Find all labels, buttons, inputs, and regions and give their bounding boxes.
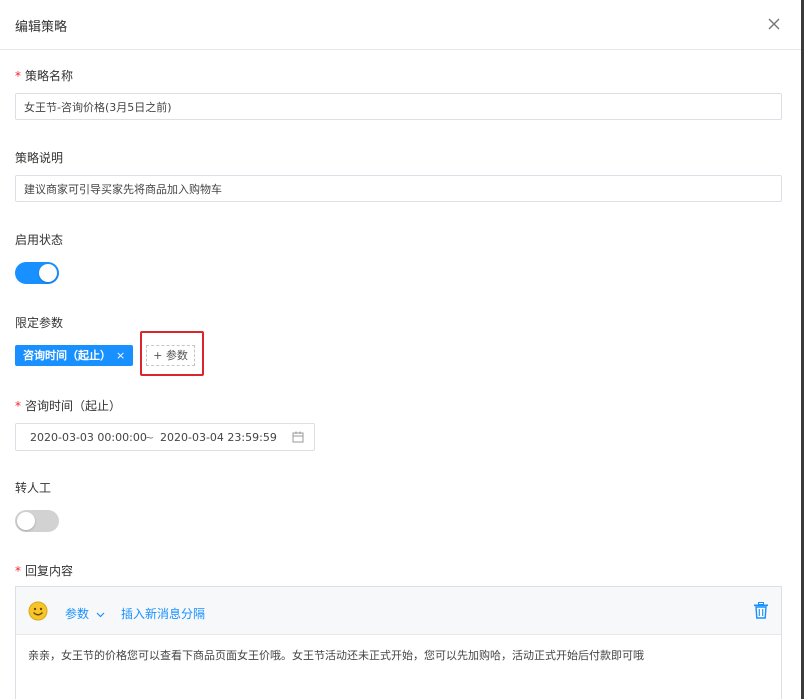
smiley-icon[interactable] <box>28 601 48 621</box>
chevron-down-icon <box>96 607 105 621</box>
consult-time-range-picker[interactable]: 2020-03-03 00:00:00 ~ 2020-03-04 23:59:5… <box>15 423 315 451</box>
reply-content-text[interactable]: 亲亲，女王节的价格您可以查看下商品页面女王价哦。女王节活动还未正式开始，您可以先… <box>28 647 644 663</box>
edit-strategy-dialog: 编辑策略 *策略名称 策略说明 启用状态 限定参数 咨询时间（起止） × + 参数… <box>0 0 801 699</box>
strategy-name-label: * 策略名称 <box>15 69 74 83</box>
strategy-description-input[interactable] <box>15 175 782 202</box>
insert-message-separator-button[interactable]: 插入新消息分隔 <box>121 605 205 622</box>
params-label: 限定参数 <box>15 316 64 330</box>
param-tag-label: 咨询时间（起止） <box>23 349 111 362</box>
enable-status-toggle[interactable] <box>15 262 59 284</box>
range-start: 2020-03-03 00:00:00 <box>30 431 147 444</box>
toggle-knob <box>39 264 57 282</box>
toggle-knob <box>17 512 35 530</box>
param-tag-consult-time[interactable]: 咨询时间（起止） × <box>15 345 134 366</box>
calendar-icon <box>292 431 304 443</box>
enable-status-label: 启用状态 <box>15 233 64 247</box>
strategy-description-label: 策略说明 <box>15 151 64 165</box>
required-mark: * <box>15 399 21 413</box>
range-end: 2020-03-04 23:59:59 <box>160 431 277 444</box>
required-mark: * <box>15 564 21 578</box>
consult-time-label: * 咨询时间（起止） <box>15 399 122 413</box>
close-icon[interactable] <box>766 16 782 32</box>
transfer-human-toggle[interactable] <box>15 510 59 532</box>
add-param-button[interactable]: + 参数 <box>146 345 195 366</box>
reply-content-label: * 回复内容 <box>15 564 74 578</box>
reply-editor: 参数 插入新消息分隔 亲亲，女王节的价格您可以查看下商品页面女王价哦。女王节活动… <box>15 586 782 699</box>
strategy-name-input[interactable] <box>15 93 782 120</box>
transfer-human-label: 转人工 <box>15 481 52 495</box>
range-separator: ~ <box>145 431 155 444</box>
editor-toolbar: 参数 插入新消息分隔 <box>16 587 781 635</box>
required-mark: * <box>15 69 21 83</box>
dialog-header: 编辑策略 <box>0 0 801 50</box>
insert-param-dropdown[interactable]: 参数 <box>65 605 105 622</box>
dialog-title: 编辑策略 <box>15 20 68 35</box>
close-icon[interactable]: × <box>116 349 125 362</box>
trash-icon[interactable] <box>753 602 769 619</box>
